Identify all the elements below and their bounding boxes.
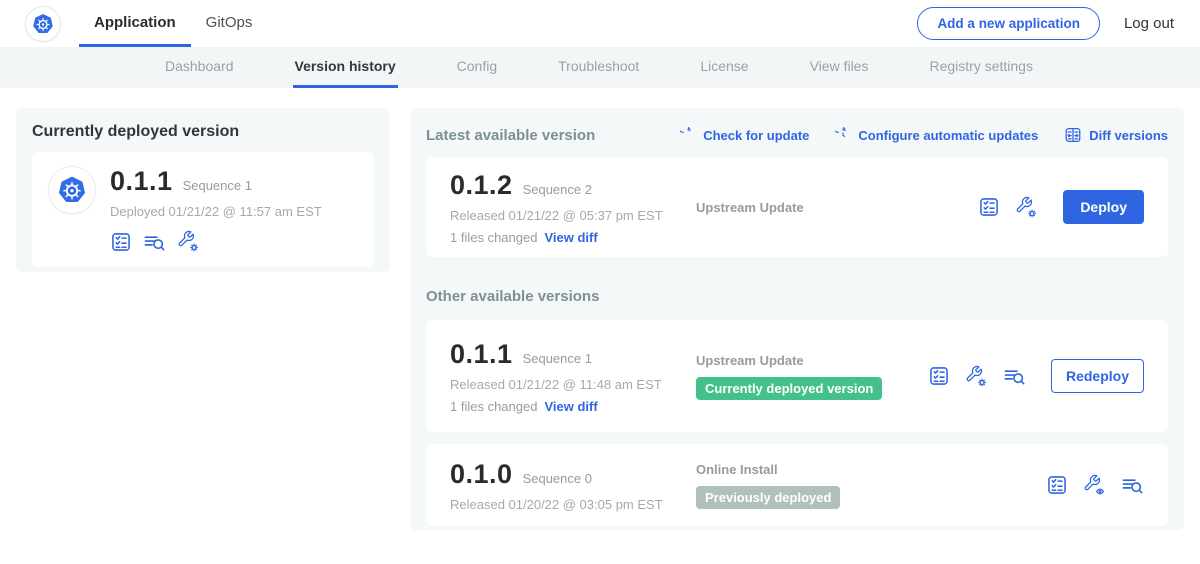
edit-config-icon[interactable] bbox=[965, 365, 988, 388]
version-number: 0.1.2 bbox=[450, 170, 513, 201]
deploy-logs-icon[interactable] bbox=[1121, 474, 1144, 496]
preflight-checks-icon[interactable] bbox=[110, 231, 132, 253]
files-changed: 1 files changed bbox=[450, 399, 537, 414]
subnav-config[interactable]: Config bbox=[455, 47, 499, 88]
version-sequence: Sequence 2 bbox=[523, 182, 592, 197]
version-sequence: Sequence 1 bbox=[523, 351, 592, 366]
files-changed: 1 files changed bbox=[450, 230, 537, 245]
subnav-dashboard[interactable]: Dashboard bbox=[163, 47, 236, 88]
view-diff-link[interactable]: View diff bbox=[544, 230, 597, 245]
kubernetes-logo bbox=[25, 6, 61, 42]
latest-version-title: Latest available version bbox=[426, 127, 595, 144]
diff-versions-label: Diff versions bbox=[1089, 128, 1168, 143]
released-timestamp: Released 01/20/22 @ 03:05 pm EST bbox=[450, 497, 696, 512]
preflight-checks-icon[interactable] bbox=[928, 365, 950, 387]
deployed-version-number: 0.1.1 bbox=[110, 166, 173, 197]
auto-update-icon bbox=[835, 127, 851, 143]
released-timestamp: Released 01/21/22 @ 11:48 am EST bbox=[450, 377, 696, 392]
add-application-button[interactable]: Add a new application bbox=[917, 7, 1100, 40]
version-number: 0.1.0 bbox=[450, 459, 513, 490]
preflight-checks-icon[interactable] bbox=[1046, 474, 1068, 496]
version-source: Online Install bbox=[696, 462, 1046, 477]
version-source: Upstream Update bbox=[696, 200, 978, 215]
previously-deployed-badge: Previously deployed bbox=[696, 486, 840, 509]
version-row-0-1-1: 0.1.1 Sequence 1 Released 01/21/22 @ 11:… bbox=[426, 320, 1168, 432]
version-row-0-1-0: 0.1.0 Sequence 0 Released 01/20/22 @ 03:… bbox=[426, 444, 1168, 526]
diff-versions-link[interactable]: Diff versions bbox=[1064, 126, 1168, 144]
currently-deployed-title: Currently deployed version bbox=[32, 123, 374, 141]
configure-automatic-updates-link[interactable]: Configure automatic updates bbox=[835, 127, 1038, 143]
subnav-view-files[interactable]: View files bbox=[808, 47, 871, 88]
subnav-version-history[interactable]: Version history bbox=[293, 47, 398, 88]
version-sequence: Sequence 0 bbox=[523, 471, 592, 486]
check-for-update-link[interactable]: Check for update bbox=[680, 127, 809, 143]
version-number: 0.1.1 bbox=[450, 339, 513, 370]
latest-version-header: Latest available version Check for updat… bbox=[426, 123, 1168, 147]
preflight-checks-icon[interactable] bbox=[978, 196, 1000, 218]
configure-automatic-updates-label: Configure automatic updates bbox=[858, 128, 1038, 143]
redeploy-button[interactable]: Redeploy bbox=[1051, 359, 1144, 393]
deploy-logs-icon[interactable] bbox=[1003, 365, 1026, 387]
subnav-registry-settings[interactable]: Registry settings bbox=[927, 47, 1034, 88]
top-header: Application GitOps Add a new application… bbox=[0, 0, 1200, 47]
check-for-update-label: Check for update bbox=[703, 128, 809, 143]
released-timestamp: Released 01/21/22 @ 05:37 pm EST bbox=[450, 208, 696, 223]
subnav-license[interactable]: License bbox=[698, 47, 750, 88]
deployed-sequence: Sequence 1 bbox=[183, 178, 252, 193]
other-versions-title: Other available versions bbox=[426, 288, 1168, 305]
tab-gitops[interactable]: GitOps bbox=[191, 0, 268, 47]
version-source: Upstream Update bbox=[696, 353, 928, 368]
view-config-icon[interactable] bbox=[1083, 474, 1106, 497]
subnav-troubleshoot[interactable]: Troubleshoot bbox=[556, 47, 641, 88]
currently-deployed-panel: Currently deployed version 0.1.1 Sequenc… bbox=[16, 108, 390, 272]
version-history-panel: Latest available version Check for updat… bbox=[410, 108, 1184, 530]
app-logo bbox=[48, 166, 96, 214]
header-right: Add a new application Log out bbox=[917, 0, 1174, 47]
currently-deployed-badge: Currently deployed version bbox=[696, 377, 882, 400]
kots-admin-console: Application GitOps Add a new application… bbox=[0, 0, 1200, 564]
edit-config-icon[interactable] bbox=[1015, 196, 1038, 219]
page-subnav: Dashboard Version history Config Trouble… bbox=[0, 47, 1200, 88]
refresh-icon bbox=[680, 127, 696, 143]
version-actions: Check for update Configure automatic upd… bbox=[680, 126, 1168, 144]
edit-config-icon[interactable] bbox=[177, 230, 200, 253]
diff-versions-icon bbox=[1064, 126, 1082, 144]
tab-application[interactable]: Application bbox=[79, 0, 191, 47]
logout-link[interactable]: Log out bbox=[1124, 15, 1174, 32]
deployed-version-card: 0.1.1 Sequence 1 Deployed 01/21/22 @ 11:… bbox=[32, 152, 374, 267]
deploy-logs-icon[interactable] bbox=[143, 231, 166, 253]
deployed-timestamp: Deployed 01/21/22 @ 11:57 am EST bbox=[110, 204, 322, 219]
app-nav-tabs: Application GitOps bbox=[79, 0, 267, 47]
deploy-button[interactable]: Deploy bbox=[1063, 190, 1144, 224]
version-row-0-1-2: 0.1.2 Sequence 2 Released 01/21/22 @ 05:… bbox=[426, 157, 1168, 257]
view-diff-link[interactable]: View diff bbox=[544, 399, 597, 414]
